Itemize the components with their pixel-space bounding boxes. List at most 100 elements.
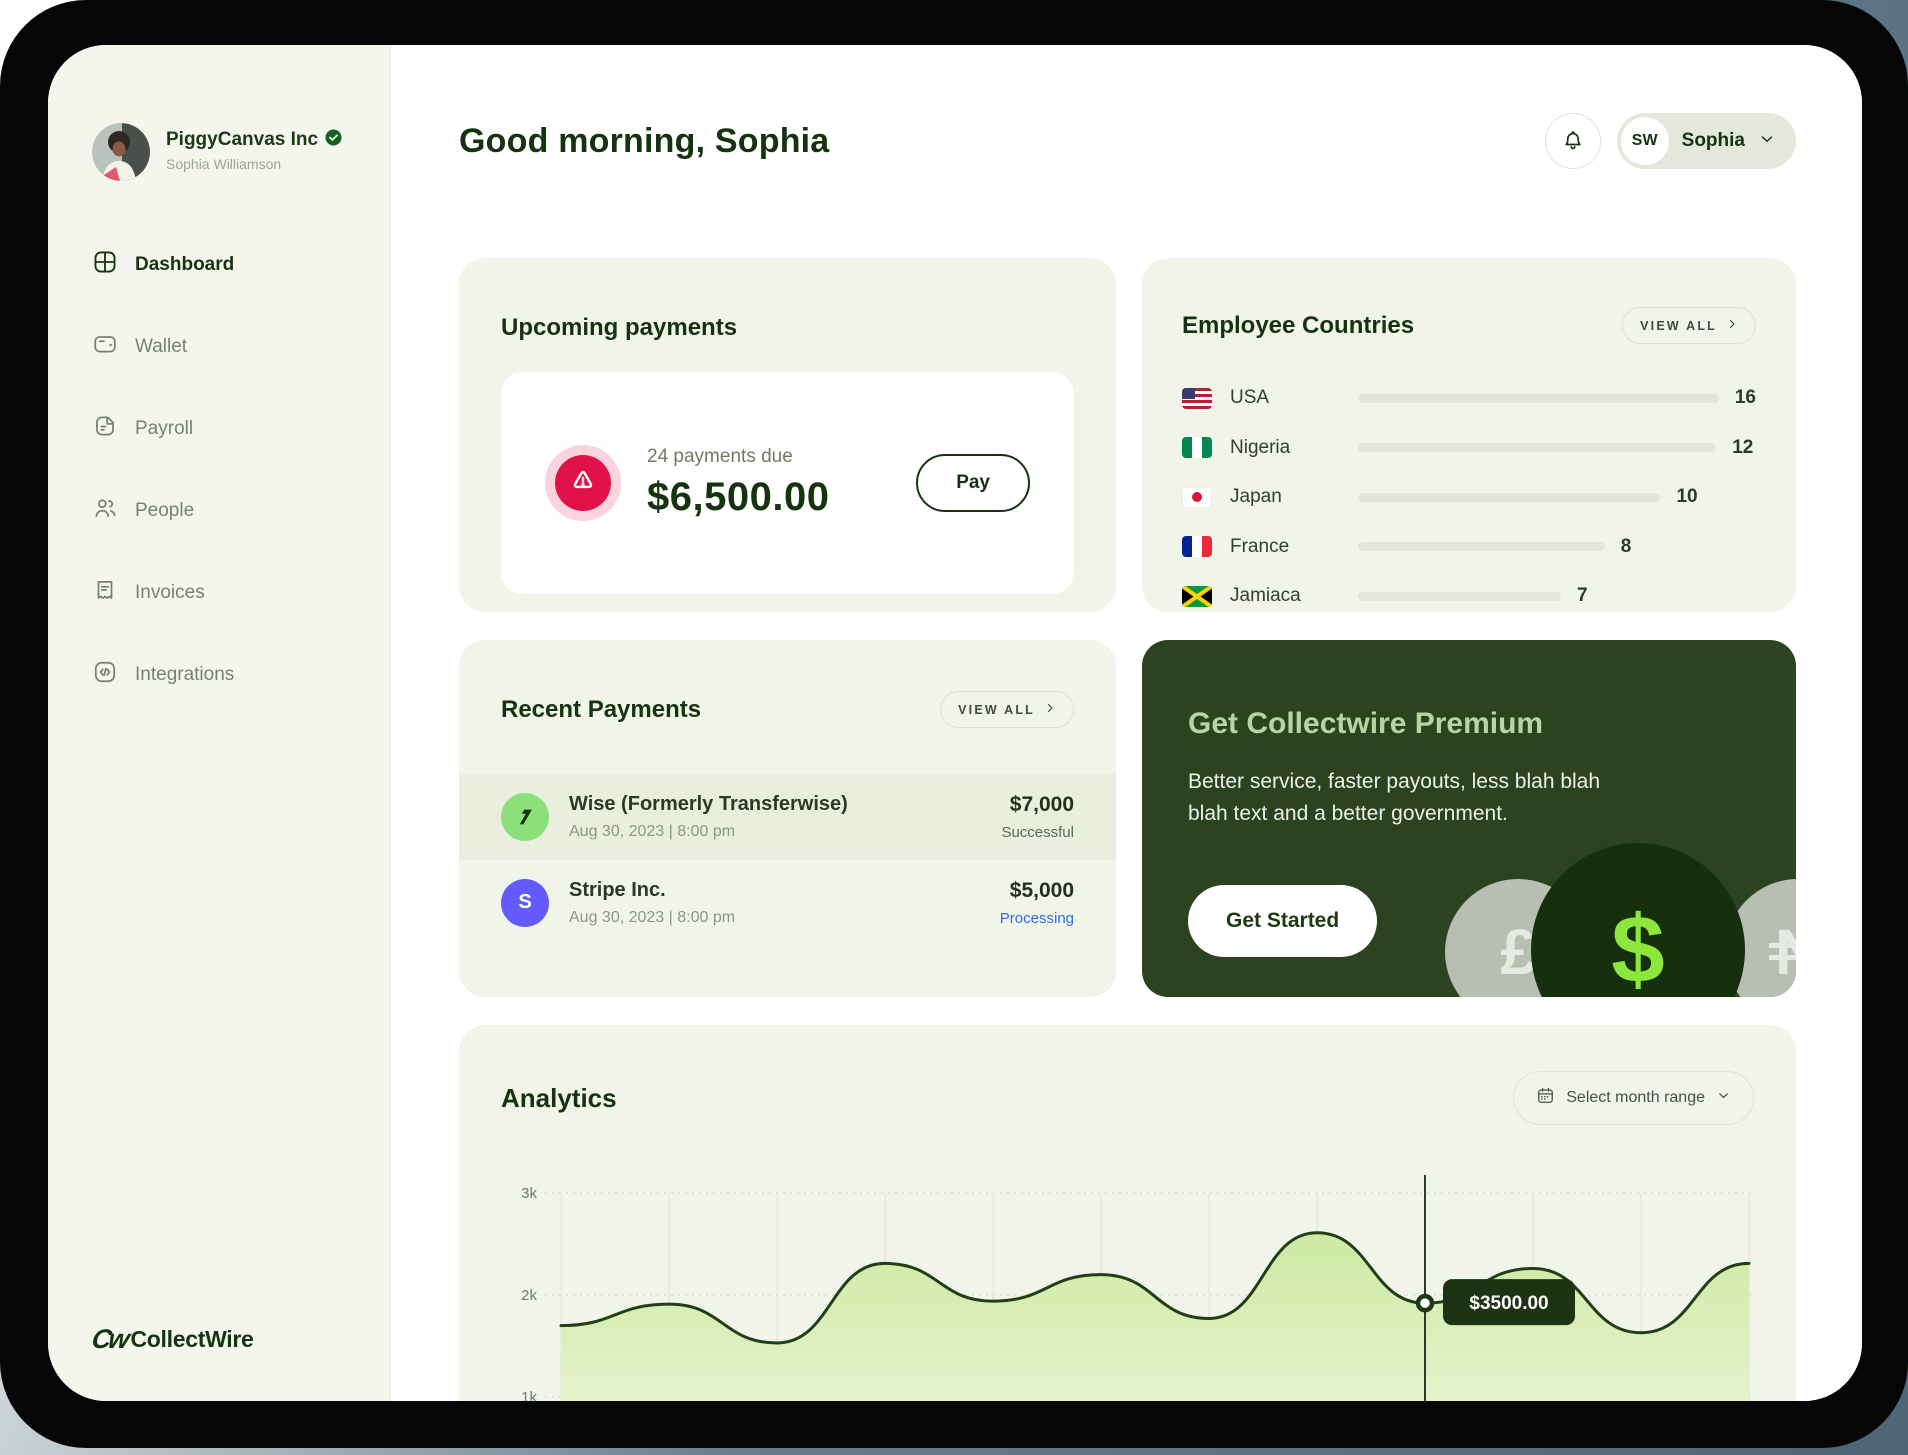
sidebar-item-label: Integrations: [135, 664, 235, 685]
sidebar-item-people[interactable]: People: [92, 491, 390, 531]
country-name: France: [1230, 535, 1290, 557]
payments-due-amount: $6,500.00: [647, 474, 830, 519]
profile-initials: SW: [1620, 117, 1669, 165]
analytics-card: Analytics Select month range 3k 2k 1k $3…: [459, 1025, 1796, 1401]
sidebar-nav: Dashboard Wallet Payroll People Invoices…: [92, 245, 390, 695]
premium-banner-card: Get Collectwire Premium Better service, …: [1142, 640, 1796, 997]
avatar: [92, 123, 150, 181]
svg-text:2k: 2k: [521, 1287, 537, 1304]
chevron-down-icon: [1716, 1088, 1731, 1108]
country-name: Japan: [1230, 486, 1282, 508]
collectwire-logo[interactable]: Cw CollectWire: [89, 1324, 254, 1355]
notifications-button[interactable]: [1544, 113, 1601, 169]
premium-title: Get Collectwire Premium: [1188, 706, 1544, 740]
dashboard-grid-icon: [92, 249, 118, 281]
country-count: 12: [1732, 436, 1754, 458]
workspace-profile[interactable]: PiggyCanvas Inc Sophia Williamson: [92, 123, 390, 181]
topbar: Good morning, Sophia SW Sophia: [459, 109, 1796, 173]
payment-status: Successful: [1001, 823, 1074, 841]
card-title: Recent Payments: [501, 695, 702, 723]
payment-name: Wise (Formerly Transferwise): [569, 792, 848, 815]
card-title: Employee Countries: [1182, 311, 1415, 339]
japan-flag-icon: [1182, 486, 1212, 508]
country-bar: [1358, 591, 1561, 601]
sidebar-item-label: People: [135, 500, 195, 521]
sidebar-item-dashboard[interactable]: Dashboard: [92, 245, 390, 285]
get-started-button[interactable]: Get Started: [1188, 885, 1378, 957]
country-bar: [1358, 393, 1719, 403]
month-range-select[interactable]: Select month range: [1513, 1071, 1754, 1126]
country-count: 16: [1734, 387, 1756, 409]
sidebar-item-invoices[interactable]: Invoices: [92, 573, 390, 613]
premium-description: Better service, faster payouts, less bla…: [1188, 769, 1601, 826]
country-row: Japan 10: [1182, 486, 1756, 508]
user-name: Sophia Williamson: [166, 156, 282, 172]
payment-name: Stripe Inc.: [569, 878, 666, 901]
view-all-label: VIEW ALL: [958, 702, 1035, 717]
analytics-title: Analytics: [501, 1082, 617, 1113]
country-row: France 8: [1182, 536, 1756, 558]
payment-row-stripe[interactable]: S Stripe Inc. Aug 30, 2023 | 8:00 pm $5,…: [459, 860, 1116, 946]
country-bar: [1358, 542, 1605, 552]
wallet-icon: [92, 331, 118, 363]
sidebar-item-payroll[interactable]: Payroll: [92, 409, 390, 449]
verified-badge-icon: [325, 129, 342, 151]
sidebar-item-label: Dashboard: [135, 254, 235, 275]
view-all-payments-button[interactable]: VIEW ALL: [940, 691, 1074, 729]
warning-triangle-icon: [568, 465, 598, 500]
country-name: Jamiaca: [1230, 585, 1301, 607]
country-row: Nigeria 12: [1182, 437, 1756, 459]
payment-datetime: Aug 30, 2023 | 8:00 pm: [569, 822, 736, 840]
svg-text:$3500.00: $3500.00: [1469, 1293, 1548, 1314]
payment-status: Processing: [999, 909, 1074, 927]
page-title: Good morning, Sophia: [459, 121, 830, 160]
dashboard-grid: Upcoming payments 24 payments due $6,500…: [459, 258, 1796, 1401]
sidebar-item-wallet[interactable]: Wallet: [92, 327, 390, 367]
country-count: 8: [1620, 535, 1632, 557]
recent-payments-card: Recent Payments VIEW ALL Wise (Formerly …: [459, 640, 1116, 997]
svg-text:3k: 3k: [521, 1185, 537, 1202]
calendar-icon: [1536, 1086, 1555, 1110]
collectwire-logo-text: CollectWire: [130, 1326, 254, 1352]
chevron-down-icon: [1758, 130, 1776, 153]
profile-menu[interactable]: SW Sophia: [1616, 113, 1796, 169]
chevron-right-icon: [1726, 318, 1738, 333]
bell-icon: [1560, 127, 1586, 156]
payment-row-wise[interactable]: Wise (Formerly Transferwise) Aug 30, 202…: [459, 773, 1116, 860]
app-window: PiggyCanvas Inc Sophia Williamson Dashbo…: [48, 45, 1862, 1401]
card-title: Upcoming payments: [501, 313, 738, 341]
wise-logo-icon: [501, 792, 549, 841]
view-all-label: VIEW ALL: [1640, 318, 1717, 333]
invoice-receipt-icon: [92, 577, 118, 609]
company-name: PiggyCanvas Inc: [166, 129, 319, 150]
nigeria-flag-icon: [1182, 437, 1212, 459]
code-integrations-icon: [92, 659, 118, 691]
country-bar: [1358, 443, 1717, 453]
sidebar-item-label: Invoices: [135, 582, 205, 603]
employee-countries-card: Employee Countries VIEW ALL USA 16 Niger…: [1142, 258, 1796, 612]
sidebar: PiggyCanvas Inc Sophia Williamson Dashbo…: [48, 45, 391, 1401]
analytics-chart[interactable]: 3k 2k 1k $3500.00: [501, 1163, 1754, 1401]
sidebar-item-integrations[interactable]: Integrations: [92, 655, 390, 695]
country-row: USA 16: [1182, 387, 1756, 409]
country-name: USA: [1230, 387, 1270, 409]
country-name: Nigeria: [1230, 436, 1291, 458]
view-all-countries-button[interactable]: VIEW ALL: [1622, 307, 1756, 345]
country-bar: [1358, 492, 1661, 502]
profile-name: Sophia: [1681, 130, 1745, 151]
jamaica-flag-icon: [1182, 585, 1212, 607]
sidebar-item-label: Wallet: [135, 336, 188, 357]
upcoming-payments-card: Upcoming payments 24 payments due $6,500…: [459, 258, 1116, 612]
payment-amount: $5,000: [1009, 878, 1074, 902]
people-icon: [92, 495, 118, 527]
payroll-document-icon: [92, 413, 118, 445]
alert-badge: [545, 444, 621, 521]
france-flag-icon: [1182, 536, 1212, 558]
payments-due-panel: 24 payments due $6,500.00 Pay: [501, 371, 1074, 594]
main-content: Good morning, Sophia SW Sophia Upcoming …: [391, 45, 1862, 1401]
pay-button[interactable]: Pay: [916, 453, 1030, 512]
svg-text:1k: 1k: [521, 1389, 537, 1401]
payments-due-label: 24 payments due: [647, 445, 793, 467]
chevron-right-icon: [1044, 702, 1056, 717]
device-frame: PiggyCanvas Inc Sophia Williamson Dashbo…: [0, 0, 1908, 1448]
